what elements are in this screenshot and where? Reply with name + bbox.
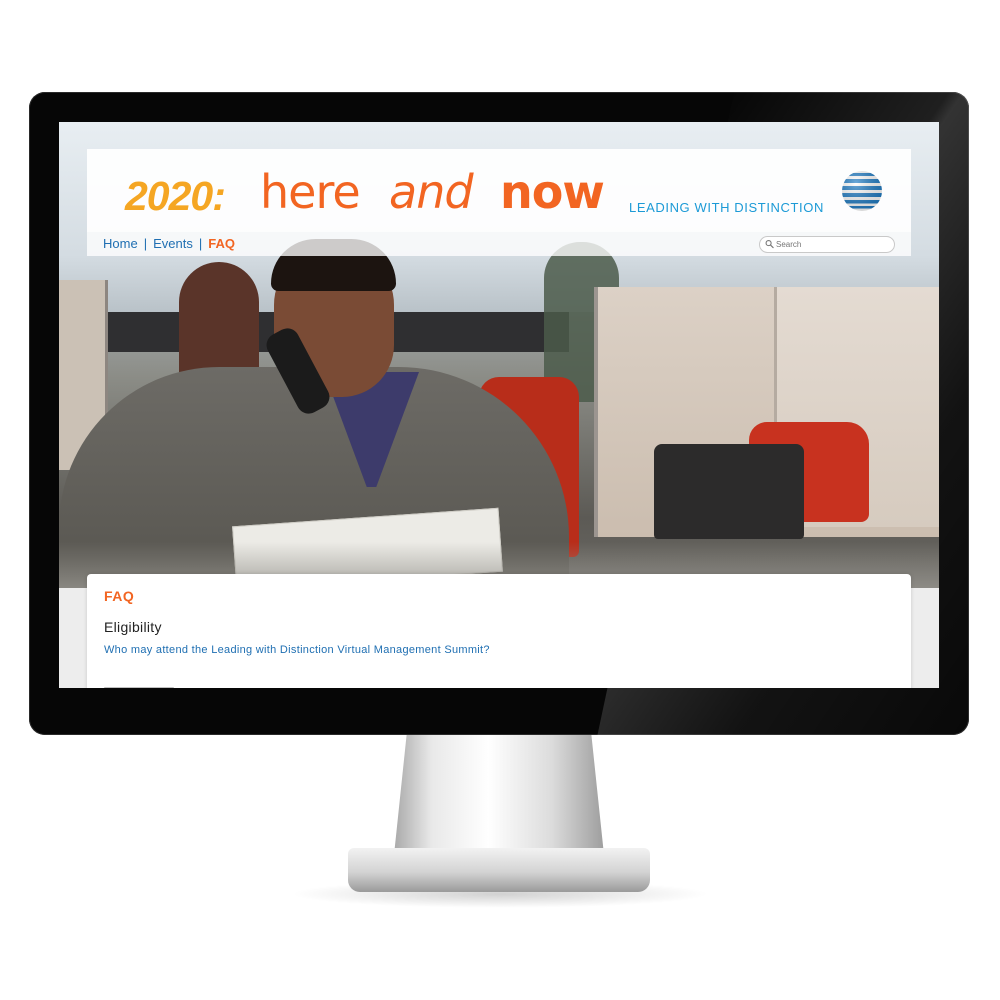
nav-item-faq[interactable]: FAQ: [208, 236, 235, 251]
main-nav: Home | Events | FAQ: [103, 236, 235, 251]
faq-next-section-cut-off: [104, 684, 184, 688]
monitor-stand-base: [348, 848, 650, 892]
att-globe-icon[interactable]: [841, 170, 883, 212]
monitor-screen: 2020: here and now LEADING WITH DISTINCT…: [59, 122, 939, 688]
logo-here: here: [260, 165, 361, 219]
monitor-stand-neck: [394, 735, 604, 855]
search-input[interactable]: [776, 238, 888, 250]
faq-section-title: Eligibility: [104, 619, 162, 635]
search-icon[interactable]: [765, 239, 774, 249]
site-header: 2020: here and now LEADING WITH DISTINCT…: [87, 149, 911, 232]
nav-separator: |: [198, 236, 203, 251]
nav-bar: Home | Events | FAQ: [87, 232, 911, 256]
page-title: FAQ: [104, 588, 135, 604]
hero-bag: [654, 444, 804, 539]
search-box[interactable]: [759, 236, 895, 253]
faq-question-link[interactable]: Who may attend the Leading with Distinct…: [104, 644, 490, 656]
nav-separator: |: [143, 236, 148, 251]
faq-content-panel: FAQ Eligibility Who may attend the Leadi…: [87, 574, 911, 688]
logo-year: 2020:: [125, 173, 226, 219]
logo-and: and: [389, 165, 474, 219]
nav-item-events[interactable]: Events: [153, 236, 193, 251]
logo-now: now: [500, 165, 605, 219]
tagline: LEADING WITH DISTINCTION: [629, 200, 824, 215]
nav-item-home[interactable]: Home: [103, 236, 138, 251]
